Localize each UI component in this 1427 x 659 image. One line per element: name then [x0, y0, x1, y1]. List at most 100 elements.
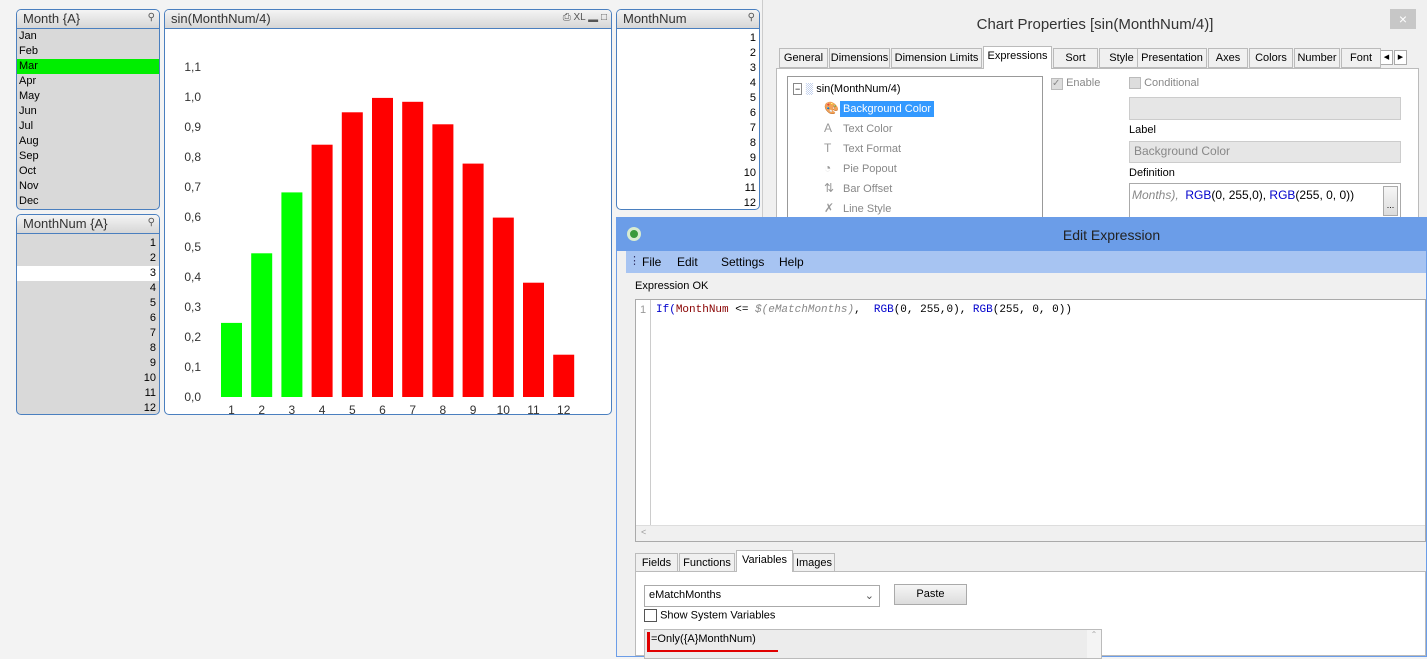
listbox-item[interactable]: 11 [17, 386, 159, 401]
search-icon[interactable]: ⚲ [748, 12, 755, 23]
menu-edit[interactable]: Edit [677, 255, 698, 269]
listbox-item[interactable]: 6 [17, 311, 159, 326]
listbox-item[interactable]: 9 [617, 151, 759, 166]
listbox-item[interactable]: 8 [617, 136, 759, 151]
listbox-item[interactable]: Dec [17, 194, 159, 209]
tree-item[interactable]: ⇅ Bar Offset [824, 181, 895, 195]
tab-colors[interactable]: Colors [1249, 48, 1293, 68]
tree-item[interactable]: A Text Color [824, 121, 896, 135]
bar-3[interactable] [281, 192, 303, 397]
listbox-item[interactable]: 8 [17, 341, 159, 356]
ellipsis-button[interactable]: ... [1383, 186, 1398, 216]
tab-dimension-limits[interactable]: Dimension Limits [891, 48, 982, 68]
tab-axes[interactable]: Axes [1208, 48, 1248, 68]
listbox-item[interactable]: 2 [617, 46, 759, 61]
listbox-item[interactable]: May [17, 89, 159, 104]
collapse-icon[interactable]: − [793, 83, 803, 95]
listbox-item[interactable]: 10 [617, 166, 759, 181]
conditional-checkbox[interactable]: Conditional [1129, 77, 1199, 90]
bar-12[interactable] [553, 354, 575, 397]
tree-item[interactable]: T Text Format [824, 141, 904, 155]
listbox-item[interactable]: Feb [17, 44, 159, 59]
bar-2[interactable] [251, 253, 273, 397]
tab-fields[interactable]: Fields [635, 553, 678, 572]
listbox-item[interactable]: 7 [17, 326, 159, 341]
listbox-item[interactable]: 2 [17, 251, 159, 266]
tab-number[interactable]: Number [1294, 48, 1340, 68]
bar-10[interactable] [492, 217, 514, 397]
tab-functions[interactable]: Functions [679, 553, 735, 572]
listbox-item[interactable]: 4 [17, 281, 159, 296]
tab-presentation[interactable]: Presentation [1137, 48, 1207, 68]
listbox-item[interactable]: Jun [17, 104, 159, 119]
bar-11[interactable] [523, 282, 544, 397]
listbox-item[interactable]: Sep [17, 149, 159, 164]
tab-scroll-right[interactable]: ▶ [1394, 50, 1407, 65]
listbox-item[interactable]: Apr [17, 74, 159, 89]
print-icon[interactable]: ⎙ [563, 12, 571, 23]
listbox-item[interactable]: 3 [617, 61, 759, 76]
tab-variables[interactable]: Variables [736, 550, 793, 572]
scroll-left-icon[interactable]: < [636, 527, 646, 537]
tab-dimensions[interactable]: Dimensions [829, 48, 890, 68]
tree-root[interactable]: − ░ sin(MonthNum/4) [793, 83, 901, 95]
tab-general[interactable]: General [779, 48, 828, 68]
listbox-item[interactable]: Aug [17, 134, 159, 149]
bar-5[interactable] [341, 112, 363, 398]
maximize-icon[interactable]: □ [601, 12, 607, 23]
bar-7[interactable] [402, 101, 424, 398]
tab-scroll-left[interactable]: ◀ [1380, 50, 1393, 65]
conditional-field[interactable] [1129, 97, 1401, 120]
label-field[interactable]: Background Color [1129, 141, 1401, 163]
listbox-item[interactable]: 4 [617, 76, 759, 91]
minimize-icon[interactable]: ▂ [588, 12, 598, 23]
listbox-item[interactable]: Jan [17, 29, 159, 44]
bar-9[interactable] [462, 163, 484, 397]
listbox-item[interactable]: 5 [617, 91, 759, 106]
listbox-item[interactable]: 10 [17, 371, 159, 386]
variable-select[interactable]: eMatchMonths ⌄ [644, 585, 880, 607]
menu-settings[interactable]: Settings [721, 255, 764, 269]
xl-icon[interactable]: XL [574, 12, 586, 23]
listbox-item[interactable]: 5 [17, 296, 159, 311]
paste-button[interactable]: Paste [894, 584, 967, 605]
bar-1[interactable] [221, 322, 242, 397]
bar-8[interactable] [432, 124, 454, 398]
listbox-item[interactable]: 6 [617, 106, 759, 121]
listbox-item[interactable]: 1 [17, 236, 159, 251]
search-icon[interactable]: ⚲ [148, 217, 155, 228]
expression-editor[interactable]: 1 If(MonthNum <= $(eMatchMonths), RGB(0,… [635, 299, 1426, 542]
tab-expressions[interactable]: Expressions [983, 46, 1052, 69]
variable-definition-field[interactable]: =Only({A}MonthNum) ⌃ [644, 629, 1102, 659]
tab-images[interactable]: Images [793, 553, 835, 572]
listbox-item[interactable]: 7 [617, 121, 759, 136]
tab-font[interactable]: Font [1341, 48, 1381, 68]
tab-sort[interactable]: Sort [1053, 48, 1098, 68]
listbox-item[interactable]: 11 [617, 181, 759, 196]
search-icon[interactable]: ⚲ [148, 12, 155, 23]
listbox-item[interactable]: 1 [617, 31, 759, 46]
listbox-item[interactable]: Nov [17, 179, 159, 194]
bar-6[interactable] [372, 97, 393, 398]
show-system-variables-checkbox[interactable]: Show System Variables [644, 609, 775, 622]
enable-checkbox[interactable]: ✓ Enable [1051, 77, 1100, 90]
listbox-item[interactable]: 12 [617, 196, 759, 209]
menu-file[interactable]: File [642, 255, 661, 269]
tree-item[interactable]: ◔ Pie Popout [824, 161, 900, 175]
listbox-item[interactable]: Mar [17, 59, 159, 74]
bar-4[interactable] [311, 144, 333, 397]
horizontal-scrollbar[interactable]: < [636, 525, 1425, 541]
line-style-icon: ✗ [824, 201, 835, 215]
listbox-item[interactable]: Jul [17, 119, 159, 134]
menu-help[interactable]: Help [779, 255, 804, 269]
listbox-item[interactable]: 3 [17, 266, 159, 281]
dialog-title: Edit Expression [1062, 227, 1161, 243]
x-tick-label: 2 [258, 403, 265, 414]
tree-item[interactable]: ✗ Line Style [824, 201, 894, 215]
close-button[interactable]: × [1390, 9, 1416, 29]
listbox-item[interactable]: 9 [17, 356, 159, 371]
tree-item[interactable]: 🎨 Background Color [824, 101, 935, 117]
vertical-scrollbar[interactable]: ⌃ [1087, 630, 1101, 658]
listbox-item[interactable]: 12 [17, 401, 159, 414]
listbox-item[interactable]: Oct [17, 164, 159, 179]
